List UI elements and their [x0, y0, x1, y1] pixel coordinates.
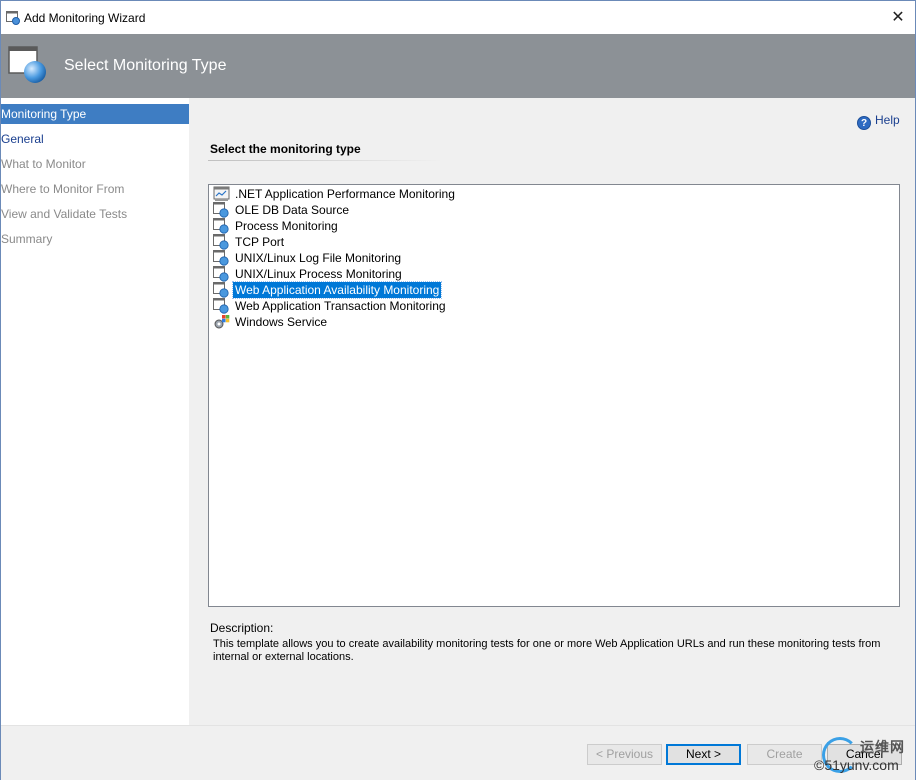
monitor-template-icon	[213, 218, 229, 234]
wizard-footer: < Previous Next > Create Cancel	[1, 725, 915, 780]
page-title: Select Monitoring Type	[64, 57, 227, 74]
monitor-template-icon	[213, 266, 229, 282]
monitor-template-icon	[213, 250, 229, 266]
help-icon: ?	[857, 116, 871, 130]
monitoring-wizard-icon	[8, 46, 46, 83]
list-item-label: OLE DB Data Source	[235, 203, 350, 217]
monitor-template-icon	[213, 282, 229, 298]
list-item-label: Process Monitoring	[235, 219, 338, 233]
description-text: This template allows you to create avail…	[213, 638, 881, 663]
watermark-cn-text: 运维网	[860, 739, 905, 755]
wizard-app-icon	[6, 11, 20, 25]
monitor-template-icon	[213, 234, 229, 250]
description-label: Description:	[210, 621, 274, 635]
previous-button[interactable]: < Previous	[587, 744, 662, 765]
watermark-text: ©51yunv.com	[814, 757, 899, 773]
next-button[interactable]: Next >	[666, 744, 741, 765]
list-item-label: Web Application Availability Monitoring	[231, 281, 443, 299]
site-watermark: 运维网 ©51yunv.com	[814, 737, 919, 777]
monitor-template-icon	[213, 202, 229, 218]
wizard-steps-nav: Monitoring Type General What to Monitor …	[1, 98, 189, 725]
create-button[interactable]: Create	[747, 744, 822, 765]
step-where-to-monitor-from: Where to Monitor From	[1, 182, 125, 196]
list-item-label: UNIX/Linux Process Monitoring	[235, 267, 402, 281]
step-what-to-monitor: What to Monitor	[1, 157, 86, 171]
windows-service-icon	[214, 315, 230, 329]
step-summary: Summary	[1, 232, 53, 246]
help-label: Help	[875, 113, 900, 127]
list-item-label: TCP Port	[235, 235, 285, 249]
close-icon: ✕	[891, 9, 905, 26]
list-item-label: UNIX/Linux Log File Monitoring	[235, 251, 402, 265]
list-item-label: Web Application Transaction Monitoring	[235, 299, 446, 313]
monitoring-type-list[interactable]: .NET Application Performance Monitoring …	[208, 184, 900, 607]
wizard-banner: Select Monitoring Type	[1, 34, 915, 98]
close-button[interactable]: ✕	[881, 5, 915, 31]
wizard-window: Add Monitoring Wizard ✕ Select Monitorin…	[0, 0, 916, 780]
window-title: Add Monitoring Wizard	[24, 11, 146, 25]
step-monitoring-type[interactable]: Monitoring Type	[1, 104, 189, 124]
main-content: ? Help Select the monitoring type .NET Ap…	[189, 98, 915, 725]
help-link[interactable]: ? Help	[857, 113, 900, 130]
monitor-template-icon	[213, 298, 229, 314]
section-divider	[208, 160, 443, 161]
dotnet-apm-icon	[213, 186, 230, 201]
section-title: Select the monitoring type	[210, 142, 361, 156]
step-view-and-validate-tests: View and Validate Tests	[1, 207, 128, 221]
title-bar[interactable]: Add Monitoring Wizard ✕	[1, 1, 915, 34]
list-item-label: Windows Service	[235, 315, 328, 329]
step-general[interactable]: General	[1, 129, 189, 149]
list-item-label: .NET Application Performance Monitoring	[235, 187, 455, 201]
